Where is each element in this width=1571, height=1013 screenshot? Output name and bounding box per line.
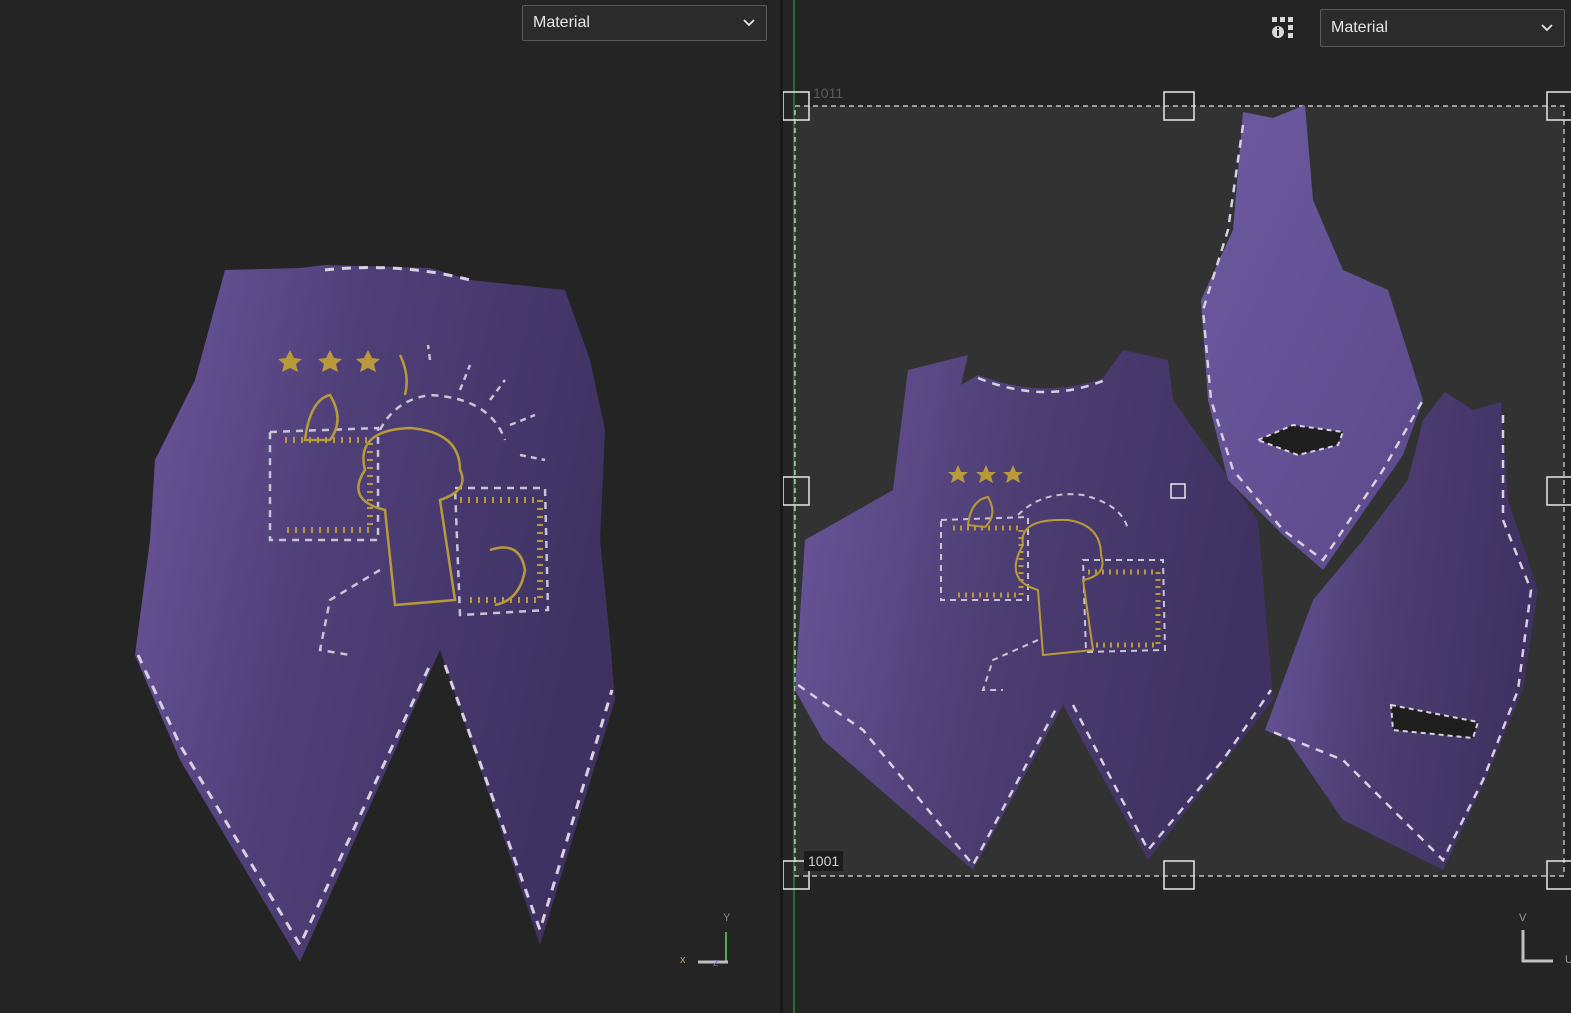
uv-tile-label-bottom: 1001 [804, 851, 844, 871]
axis-z-label: z [713, 957, 719, 969]
axis-v-label: V [1519, 912, 1527, 924]
axis-x-label: x [680, 954, 686, 966]
axis-gizmo-3d: Y x z [680, 912, 731, 969]
3d-viewport[interactable]: Material Y x z [0, 0, 780, 1013]
material-dropdown-uv[interactable]: Material [1320, 9, 1565, 47]
display-info-icon [1272, 17, 1293, 38]
axis-gizmo-uv: V U [1517, 910, 1571, 968]
material-dropdown-label: Material [1331, 19, 1388, 36]
axis-y-label: Y [723, 912, 731, 924]
uv-tile-label-top: 1011 [813, 85, 844, 101]
chevron-down-icon [1541, 24, 1553, 32]
material-dropdown-3d[interactable]: Material [522, 5, 767, 41]
axis-u-label: U [1565, 954, 1571, 966]
uv-viewport[interactable]: 1011 1001 Material V U [783, 0, 1571, 1013]
uv-canvas [783, 0, 1571, 1013]
3d-garment-canvas [135, 265, 615, 962]
display-info-button[interactable] [1269, 14, 1299, 44]
chevron-down-icon [743, 19, 755, 27]
material-dropdown-label: Material [533, 14, 590, 31]
